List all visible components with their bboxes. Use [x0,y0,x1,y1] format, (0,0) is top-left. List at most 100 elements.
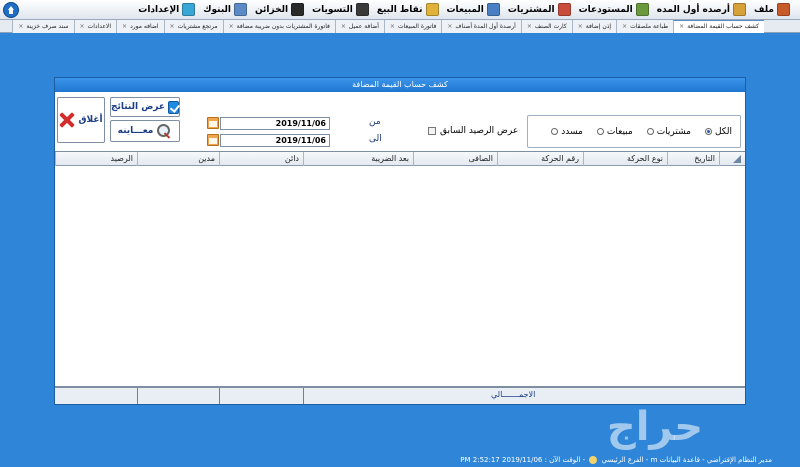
to-label: الى [369,134,382,144]
radio-button[interactable] [646,128,654,135]
document-tab[interactable]: فاتورة المشتريات بدون ضريبة مضافة × [222,20,335,33]
preview-label: معـــاينه [117,126,154,136]
status-time: - الوقت الآن : 2019/11/06 2:52:17 PM [460,456,586,464]
preview-button[interactable]: معـــاينه [110,120,180,142]
tab-close-icon[interactable]: × [18,21,23,33]
tab-close-icon[interactable]: × [229,21,234,33]
check-icon [168,100,179,114]
column-header[interactable]: مدين [137,152,219,166]
magnify-icon [156,123,172,139]
column-header[interactable]: بعد الضريبة [303,152,413,166]
type-radio[interactable]: الكل [704,126,732,137]
select-all-corner[interactable] [719,152,745,166]
document-tab[interactable]: طباعة ملصقات × [616,20,674,33]
radio-label: الكل [714,126,732,137]
menu-item-label: الإعدادات [138,4,180,15]
watermark-logo: حراج [606,404,704,450]
show-results-label: عرض النتائج [111,102,166,112]
from-date-field[interactable]: 2019/11/06 [220,117,330,130]
tab-close-icon[interactable]: × [341,21,346,33]
menu-item-label: المبيعات [446,4,484,15]
menu-item-label: التسويات [312,4,353,15]
tab-label: سند صرف خزينة [26,22,69,30]
column-header[interactable]: رقم الحركة [497,152,583,166]
safes-icon [291,3,305,16]
tab-close-icon[interactable]: × [80,21,85,33]
menu-item[interactable]: المبيعات [443,1,504,19]
document-tab[interactable]: كارت الصنف × [520,20,572,33]
tab-close-icon[interactable]: × [578,21,583,33]
status-bar: مدير النظام الإفتراضي - قاعدة البيانات m… [0,453,800,467]
column-header[interactable]: الرصيد [55,152,137,166]
file-icon [777,3,790,16]
document-tab[interactable]: الاعدادات × [73,20,117,33]
tab-label: فاتورة المبيعات [397,22,437,30]
to-date-field[interactable]: 2019/11/06 [220,134,330,147]
radio-label: مبيعات [606,126,633,137]
previous-balance-option[interactable]: عرض الرصيد السابق [428,126,518,136]
menu-item[interactable]: ملف [750,1,794,19]
type-radio[interactable]: مشتريات [646,127,691,137]
window-title: كشف حساب القيمة المضافة [55,78,745,92]
vat-statement-window: كشف حساب القيمة المضافة الكل مشتريات مبيعا… [54,77,746,405]
radio-button[interactable] [596,128,604,135]
previous-balance-checkbox[interactable] [428,127,436,135]
totals-row: الاجمـــــــالي [55,387,745,404]
close-button[interactable]: أغلاق [57,97,105,143]
from-calendar-icon[interactable] [207,117,219,129]
column-header[interactable]: التاريخ [667,152,719,166]
menu-item[interactable]: الخزائن [251,1,308,19]
tab-label: الاعدادات [87,22,112,30]
tab-label: كارت الصنف [534,22,567,30]
column-header[interactable]: نوع الحركة [583,152,667,166]
close-x-icon [59,112,75,128]
warehouse-icon [635,3,649,16]
menu-bar: ملف أرصده أول المده المستودعات المشتريات الم… [0,0,800,20]
document-tab[interactable]: أرصدة أول المدة أصناف × [441,20,521,33]
radio-button[interactable] [551,128,559,135]
close-label: أغلاق [78,115,103,125]
document-tab[interactable]: مرتجع مشتريات × [163,20,223,33]
tab-close-icon[interactable]: × [447,21,452,33]
column-header[interactable]: الصافى [413,152,497,166]
menu-item[interactable]: المشتريات [504,1,575,19]
purchases-icon [557,3,571,16]
menu-item[interactable]: التسويات [308,1,373,19]
document-tab[interactable]: كشف حساب القيمة المضافة × [673,20,764,33]
tab-close-icon[interactable]: × [170,21,175,33]
total-cell-divider [137,388,138,404]
tab-label: فاتورة المشتريات بدون ضريبة مضافة [236,22,330,30]
menu-item[interactable]: المستودعات [575,1,653,19]
settings-icon [182,3,196,16]
menu-item[interactable]: أرصده أول المده [653,1,750,19]
tab-close-icon[interactable]: × [122,21,127,33]
type-radio[interactable]: مسدد [551,127,583,137]
radio-button[interactable] [704,128,712,135]
document-tab[interactable]: فاتورة المبيعات × [383,20,442,33]
type-radio[interactable]: مبيعات [596,126,633,137]
tab-label: اضافه مورد [130,22,159,30]
menu-item[interactable]: الإعدادات [134,1,199,19]
menu-item[interactable]: نقاط البيع [373,1,443,19]
filter-panel: الكل مشتريات مبيعات مسدد عرض الرصيد السابق … [55,92,745,150]
tab-close-icon[interactable]: × [622,21,627,33]
menu-item-label: المستودعات [578,4,633,15]
tab-close-icon[interactable]: × [527,21,532,33]
app-home-icon[interactable] [3,2,19,18]
document-tab[interactable]: إذن إضافة × [571,20,617,33]
tab-label: أرصدة أول المدة أصناف [455,22,516,30]
document-tab[interactable]: سند صرف خزينة × [12,20,74,33]
tab-label: إذن إضافة [585,22,612,30]
total-label: الاجمـــــــالي [491,390,536,399]
tab-close-icon[interactable]: × [390,21,395,33]
to-calendar-icon[interactable] [207,134,219,146]
menu-item[interactable]: البنوك [199,1,251,19]
total-cell-divider [303,388,304,404]
column-header[interactable]: دائن [219,152,303,166]
document-tab[interactable]: أضافة عميل × [334,20,384,33]
tab-close-icon[interactable]: × [679,21,684,33]
sales-icon [486,3,500,16]
pos-icon [425,3,439,16]
document-tab[interactable]: اضافه مورد × [116,20,164,33]
show-results-button[interactable]: عرض النتائج [110,97,180,117]
